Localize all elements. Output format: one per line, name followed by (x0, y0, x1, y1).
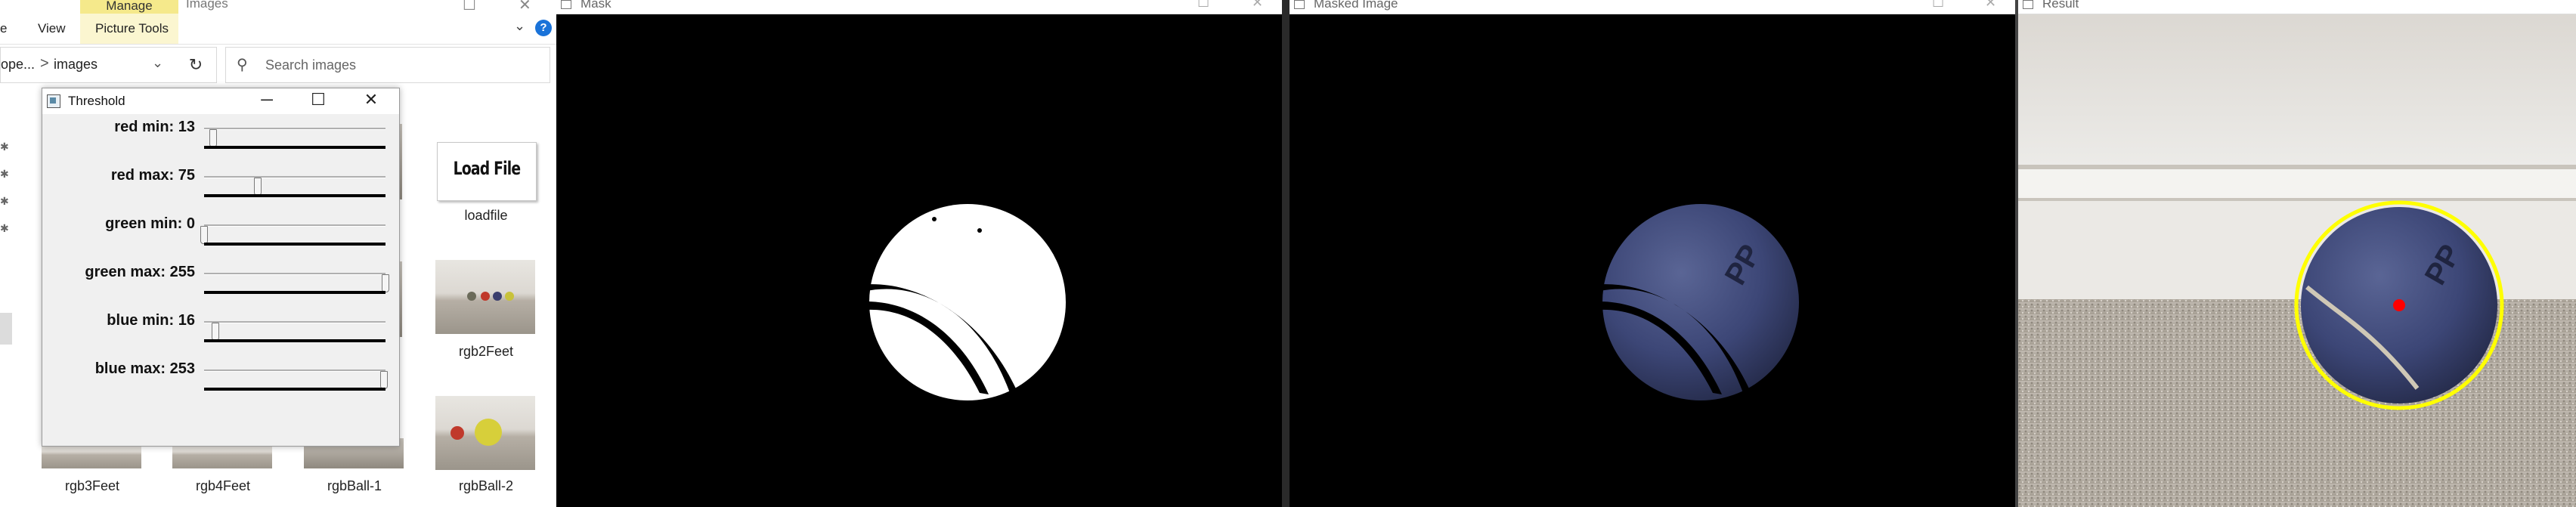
file-label[interactable]: rgb4Feet (155, 478, 291, 494)
slider-label: green min: 0 (105, 215, 195, 232)
window-title: Threshold (68, 94, 125, 108)
slider-track[interactable] (204, 369, 388, 389)
pin-icon[interactable]: ✱ (0, 141, 9, 153)
slider-thumb[interactable] (382, 274, 389, 292)
slider-track[interactable] (204, 321, 385, 341)
slider-bar (204, 388, 385, 391)
maximize-icon[interactable]: ☐ (463, 0, 476, 14)
file-label[interactable]: rgbBall-2 (418, 478, 554, 494)
app-icon (2023, 0, 2033, 9)
ribbon: Manage Images ☐ ✕ e View Picture Tools ⌄… (0, 0, 556, 45)
file-thumbnail-rgbball-2[interactable] (435, 396, 535, 470)
masked-image-window: Masked Image ☐ ✕ PP (1290, 0, 2015, 507)
refresh-icon[interactable]: ↻ (182, 52, 209, 78)
address-prefix[interactable]: ope... (1, 57, 35, 73)
address-bar[interactable]: ope... > images ⌄ ↻ (0, 47, 217, 83)
pin-icon[interactable]: ✱ (0, 195, 9, 208)
search-input[interactable] (264, 48, 539, 82)
pin-icon[interactable]: ✱ (0, 168, 9, 181)
minimize-icon[interactable]: ─ (255, 90, 278, 110)
slider-bar (204, 291, 385, 294)
slider-row: green min: 0 (42, 215, 399, 264)
tab-picture-tools[interactable]: Picture Tools (95, 21, 169, 36)
result-titlebar[interactable]: Result (2018, 0, 2576, 14)
result-image: PP (2018, 0, 2576, 507)
slider-thumb[interactable] (200, 226, 208, 244)
slider-track[interactable] (204, 128, 385, 147)
mask-image (847, 204, 1066, 400)
slider-track[interactable] (204, 176, 385, 196)
slider-thumb[interactable] (212, 323, 219, 341)
nav-selection (0, 313, 12, 345)
window-divider (1282, 0, 1290, 507)
slider-bar (204, 194, 385, 197)
slider-row: red max: 75 (42, 167, 399, 215)
pin-icon[interactable]: ✱ (0, 222, 9, 235)
file-label[interactable]: rgbBall-1 (286, 478, 423, 494)
slider-track[interactable] (200, 224, 385, 244)
chevron-down-icon[interactable]: ⌄ (514, 18, 525, 34)
threshold-window: Threshold ─ ☐ ✕ red min: 13 red max: 75 gr… (42, 88, 400, 447)
slider-label: red max: 75 (110, 167, 195, 184)
slider-label: red min: 13 (114, 119, 195, 135)
maximize-icon[interactable]: ☐ (307, 90, 330, 110)
slider-thumb[interactable] (209, 129, 217, 147)
breadcrumb-separator: > (40, 55, 49, 72)
result-window: PP Result (2018, 0, 2576, 507)
slider-row: blue max: 253 (42, 360, 399, 409)
threshold-titlebar[interactable]: Threshold ─ ☐ ✕ (42, 88, 399, 114)
file-thumbnail-loadfile[interactable]: Load File (437, 142, 537, 201)
slider-thumb[interactable] (380, 371, 388, 389)
slider-label: blue min: 16 (107, 312, 195, 329)
close-icon[interactable]: ✕ (519, 0, 531, 14)
slider-row: red min: 13 (42, 119, 399, 167)
slider-label: green max: 255 (85, 264, 195, 280)
window-title: Result (2042, 0, 2079, 11)
slider-row: blue min: 16 (42, 312, 399, 360)
thumbnail-text: Load File (453, 158, 521, 179)
slider-bar (204, 339, 385, 342)
window-divider (2015, 0, 2018, 507)
window-title: Images (186, 0, 228, 11)
tab-manage[interactable]: Manage (80, 0, 178, 14)
slider-bar (204, 243, 385, 246)
tab-view[interactable]: View (38, 21, 66, 36)
close-icon[interactable]: ✕ (360, 90, 382, 110)
slider-track[interactable] (204, 273, 389, 292)
mask-window: Mask ☐ ✕ (556, 0, 1282, 507)
file-label[interactable]: loadfile (418, 208, 554, 224)
slider-row: green max: 255 (42, 264, 399, 312)
chevron-down-icon[interactable]: ⌄ (152, 55, 163, 71)
tab-home[interactable]: e (0, 21, 7, 36)
app-icon (47, 94, 60, 108)
search-icon: ⚲ (237, 57, 248, 73)
slider-bar (204, 146, 385, 149)
breadcrumb-folder[interactable]: images (54, 57, 98, 73)
file-label[interactable]: rgb2Feet (418, 344, 554, 360)
detection-center (2393, 299, 2405, 311)
slider-label: blue max: 253 (94, 360, 195, 377)
masked-image: PP (1580, 204, 1799, 400)
file-label[interactable]: rgb3Feet (24, 478, 160, 494)
help-icon[interactable]: ? (535, 20, 552, 36)
slider-thumb[interactable] (254, 178, 262, 196)
search-box[interactable]: ⚲ (225, 47, 550, 83)
file-thumbnail-rgb2feet[interactable] (435, 260, 535, 334)
